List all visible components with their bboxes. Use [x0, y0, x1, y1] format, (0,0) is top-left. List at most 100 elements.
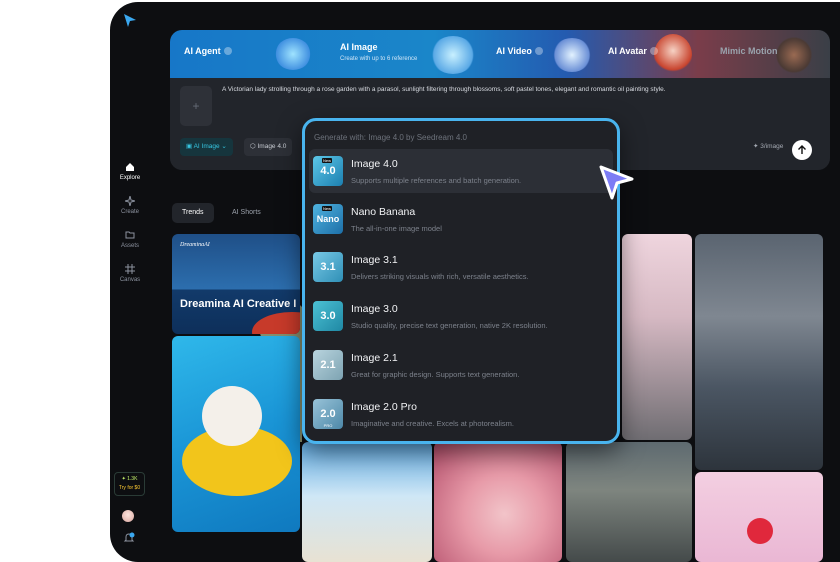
mode-selector[interactable]: ▣ AI Image ⌄ [180, 138, 233, 156]
sparkle-icon [125, 196, 135, 206]
gallery-tile-cherry[interactable] [695, 472, 823, 562]
gallery-feature-tile[interactable]: DreaminaAI Dreamina AI Creative I [172, 234, 300, 334]
model-option-image-2-1[interactable]: 2.1 Image 2.1 Great for graphic design. … [309, 343, 613, 387]
gallery-tile-flooded-city[interactable] [695, 234, 823, 470]
sidebar-item-canvas[interactable]: Canvas [110, 264, 150, 283]
thumb-label: 4.0 [320, 165, 336, 177]
thumb-label: 2.1 [320, 359, 336, 371]
new-badge: New [322, 158, 333, 163]
mimic-illustration [774, 36, 814, 74]
upload-reference-button[interactable]: + [180, 86, 212, 126]
mode-label: AI Image [193, 143, 220, 150]
tab-ai-shorts[interactable]: AI Shorts [222, 203, 271, 223]
tab-label: AI Avatar [608, 46, 647, 56]
tab-trends[interactable]: Trends [172, 203, 214, 223]
tile-artwork [747, 518, 773, 544]
canvas-icon [125, 264, 135, 274]
avatar[interactable] [122, 510, 134, 522]
model-option-image-2-0-pro[interactable]: 2.0 PRO Image 2.0 Pro Imaginative and cr… [309, 392, 613, 436]
generate-button[interactable] [792, 140, 812, 160]
sidebar-item-label: Canvas [119, 277, 141, 283]
new-badge: New [322, 206, 333, 211]
gallery-tile-convenience-store[interactable] [566, 442, 692, 562]
model-selector[interactable]: ⬡ Image 4.0 [244, 138, 293, 156]
model-description: Imaginative and creative. Excels at phot… [351, 419, 514, 428]
tab-mimic-motion[interactable]: Mimic Motion [720, 46, 778, 56]
model-name: Image 2.1 [351, 352, 398, 364]
cursor-pointer-icon [599, 165, 634, 200]
sidebar-item-assets[interactable]: Assets [110, 230, 150, 249]
chevron-right-icon [223, 47, 232, 55]
model-thumbnail: 3.0 [313, 301, 343, 331]
thumb-label: 2.0 [320, 408, 336, 420]
tab-label: AI Agent [184, 46, 221, 56]
agent-illustration [275, 38, 311, 70]
tab-label: AI Image [340, 42, 378, 52]
gallery-tile-pink-robots[interactable] [434, 442, 562, 562]
prompt-text[interactable]: A Victorian lady strolling through a ros… [222, 86, 666, 93]
image-mode-icon: ▣ [186, 143, 194, 150]
model-description: Studio quality, precise text generation,… [351, 321, 548, 330]
model-thumbnail: 2.0 PRO [313, 399, 343, 429]
thumb-label: 3.0 [320, 310, 336, 322]
model-name: Image 2.0 Pro [351, 401, 417, 413]
credits-amount: ✦ 1.3K [121, 476, 138, 482]
sidebar-item-label: Assets [120, 243, 139, 249]
model-thumbnail: 3.1 [313, 252, 343, 282]
model-option-image-3-0[interactable]: 3.0 Image 3.0 Studio quality, precise te… [309, 294, 613, 338]
cost-indicator: ✦ 3/image [753, 143, 784, 150]
tile-artwork [202, 386, 262, 446]
gallery-tile-robot-blossom[interactable] [622, 234, 692, 440]
try-free-link[interactable]: Try for $0 [115, 484, 144, 493]
tab-label: Mimic Motion [720, 46, 778, 56]
tab-sublabel: Create with up to 6 reference [340, 56, 418, 62]
model-name: Image 3.1 [351, 254, 398, 266]
model-thumbnail: New Nano [313, 204, 343, 234]
sidebar: Explore Create Assets Canvas ✦ 1.3K Try … [110, 2, 150, 562]
dropdown-header: Generate with: Image 4.0 by Seedream 4.0 [314, 133, 467, 142]
chevron-right-icon [534, 47, 543, 55]
model-option-image-3-1[interactable]: 3.1 Image 3.1 Delivers striking visuals … [309, 245, 613, 289]
model-description: Supports multiple references and batch g… [351, 176, 522, 185]
model-thumbnail: 2.1 [313, 350, 343, 380]
chevron-right-icon [649, 47, 658, 55]
pro-tag: PRO [323, 423, 333, 428]
feature-title: Dreamina AI Creative I [180, 298, 297, 310]
tab-ai-avatar[interactable]: AI Avatar [608, 46, 658, 56]
tab-ai-agent[interactable]: AI Agent [184, 46, 232, 56]
dreamina-logo-icon [124, 14, 136, 27]
model-name: Nano Banana [351, 206, 416, 218]
sidebar-item-create[interactable]: Create [110, 196, 150, 215]
model-label: Image 4.0 [257, 143, 287, 150]
model-description: Delivers striking visuals with rich, ver… [351, 272, 529, 281]
thumb-label: 3.1 [320, 261, 336, 273]
model-name: Image 3.0 [351, 303, 398, 315]
home-icon [126, 163, 134, 171]
model-option-nano-banana[interactable]: New Nano Nano Banana The all-in-one imag… [309, 197, 613, 241]
bell-icon[interactable] [123, 532, 135, 544]
video-illustration [552, 38, 592, 72]
sidebar-item-label: Create [120, 209, 139, 215]
thumb-label: Nano [316, 214, 340, 224]
tab-ai-video[interactable]: AI Video [496, 46, 543, 56]
image-illustration [430, 36, 476, 74]
tile-artwork [252, 312, 300, 334]
tab-ai-image[interactable]: AI Image Create with up to 6 reference [340, 42, 417, 62]
hero-tabs: AI Agent AI Image Create with up to 6 re… [170, 30, 830, 78]
model-thumbnail: New 4.0 [313, 156, 343, 186]
chevron-down-icon: ⌄ [219, 143, 227, 150]
credits-badge[interactable]: ✦ 1.3K Try for $0 [114, 472, 145, 496]
gallery-tile-cat-clouds[interactable] [302, 442, 432, 562]
sidebar-item-label: Explore [119, 175, 141, 181]
gallery-tile-cat-pool[interactable] [172, 336, 300, 532]
model-description: The all-in-one image model [351, 224, 442, 233]
avatar-illustration [654, 34, 692, 76]
model-name: Image 4.0 [351, 158, 398, 170]
arrow-up-icon [798, 145, 806, 154]
model-dropdown: Generate with: Image 4.0 by Seedream 4.0… [302, 118, 620, 444]
model-option-image-4-0[interactable]: New 4.0 Image 4.0 Supports multiple refe… [309, 149, 613, 193]
folder-icon [125, 231, 135, 239]
model-description: Great for graphic design. Supports text … [351, 370, 520, 379]
tab-label: AI Video [496, 46, 532, 56]
sidebar-item-explore[interactable]: Explore [110, 162, 150, 181]
